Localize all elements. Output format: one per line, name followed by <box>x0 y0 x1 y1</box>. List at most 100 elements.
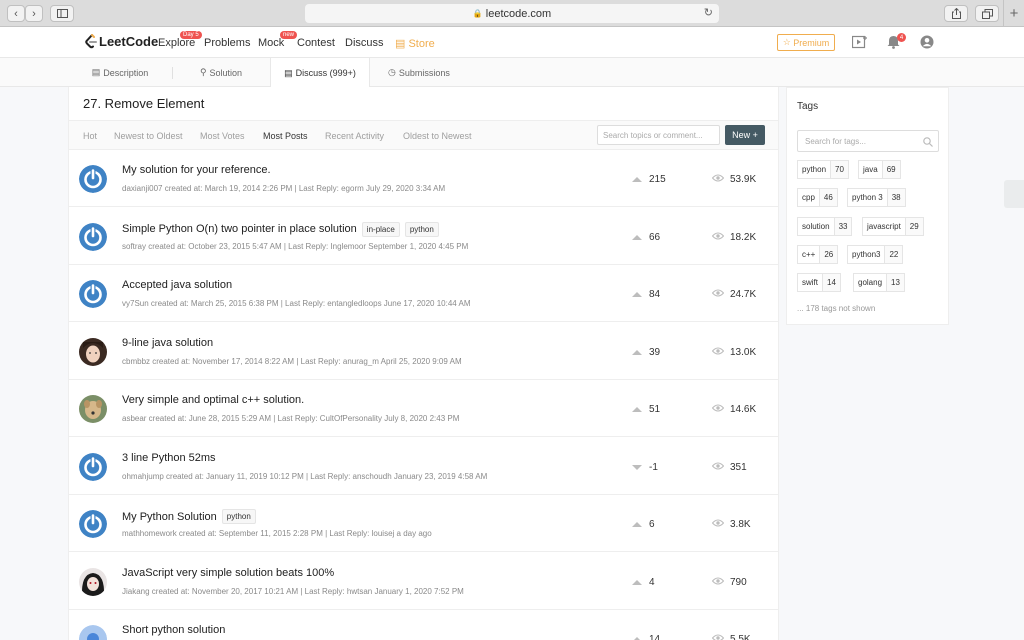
notification-count: 4 <box>897 33 906 42</box>
table-row[interactable]: Very simple and optimal c++ solution. as… <box>69 380 778 437</box>
tabs-icon <box>981 8 993 19</box>
nav-explore[interactable]: Day 5 Explore <box>158 31 202 49</box>
nav-store[interactable]: ▤ Store <box>395 37 435 50</box>
post-title[interactable]: Very simple and optimal c++ solution. <box>122 394 304 406</box>
address-bar[interactable]: 🔒 leetcode.com ↻ <box>305 4 719 23</box>
views-value: 5.5K <box>730 634 751 640</box>
playground-button[interactable] <box>851 35 868 52</box>
tag-chip[interactable]: swift 14 <box>797 273 841 292</box>
vote-count: 4 <box>632 577 655 588</box>
tag-chip[interactable]: java 69 <box>858 160 901 179</box>
tag-name: python <box>802 165 827 174</box>
post-title-text: My Python Solution <box>122 510 217 523</box>
post-tag[interactable]: python <box>221 509 256 524</box>
nav-discuss[interactable]: Discuss <box>345 37 384 49</box>
table-row[interactable]: Simple Python O(n) two pointer in place … <box>69 208 778 265</box>
tag-chip[interactable]: python3 22 <box>847 245 904 264</box>
views-value: 3.8K <box>730 519 751 530</box>
tab-description[interactable]: ▤ Description <box>68 58 172 87</box>
table-row[interactable]: Short python solution 14 5.5K <box>69 610 778 640</box>
tag-chip[interactable]: solution 33 <box>797 217 853 236</box>
tag-chip[interactable]: golang 13 <box>853 273 905 292</box>
table-row[interactable]: My Python Solution python mathhomework cr… <box>69 495 778 552</box>
tags-not-shown[interactable]: ... 178 tags not shown <box>797 304 875 313</box>
table-row[interactable]: 9-line java solution cbmbbz created at: … <box>69 323 778 380</box>
views-value: 13.0K <box>730 346 757 358</box>
post-tag[interactable]: in-place <box>361 221 400 237</box>
tag-chip[interactable]: cpp 46 <box>797 188 838 207</box>
tag-chip[interactable]: python 3 38 <box>847 188 906 207</box>
tag-chip[interactable]: c++ 26 <box>797 245 839 264</box>
view-count: 53.9K <box>711 174 757 185</box>
avatar[interactable] <box>79 280 107 308</box>
post-tag[interactable]: python <box>404 221 439 237</box>
premium-label: Premium <box>793 37 830 48</box>
new-tab-button[interactable]: + <box>1003 0 1024 27</box>
table-row[interactable]: JavaScript very simple solution beats 10… <box>69 553 778 610</box>
feedback-side-tab[interactable] <box>1004 180 1024 208</box>
vote-count: 14 <box>632 634 660 640</box>
arrow-up-icon[interactable] <box>632 522 642 527</box>
sort-newest[interactable]: Newest to Oldest <box>114 131 183 141</box>
sort-oldest[interactable]: Oldest to Newest <box>403 131 472 141</box>
post-title[interactable]: Short python solution <box>122 624 225 636</box>
post-title[interactable]: Simple Python O(n) two pointer in place … <box>122 221 439 237</box>
table-row[interactable]: Accepted java solution vy7Sun created at… <box>69 265 778 322</box>
sort-recent-activity[interactable]: Recent Activity <box>325 131 384 141</box>
avatar[interactable] <box>79 165 107 193</box>
eye-icon <box>711 346 725 358</box>
table-row[interactable]: 3 line Python 52ms ohmahjump created at:… <box>69 438 778 495</box>
arrow-up-icon[interactable] <box>632 579 642 585</box>
eye-icon <box>711 174 725 185</box>
nav-problems[interactable]: Problems <box>204 37 250 49</box>
views-value: 53.9K <box>730 174 757 185</box>
back-button[interactable]: ‹ <box>7 5 25 22</box>
avatar[interactable] <box>79 452 107 481</box>
sidebar-toggle-button[interactable] <box>50 5 74 22</box>
share-button[interactable] <box>944 5 968 22</box>
views-value: 351 <box>730 461 747 473</box>
search-input[interactable] <box>597 125 720 145</box>
tag-count: 26 <box>819 246 838 263</box>
sort-most-posts[interactable]: Most Posts <box>263 131 308 141</box>
vote-count: 6 <box>632 519 655 530</box>
logo[interactable]: LeetCode <box>85 34 158 49</box>
tag-chip[interactable]: javascript 29 <box>862 217 924 236</box>
tab-discuss[interactable]: ▤ Discuss (999+) <box>270 58 370 88</box>
avatar[interactable] <box>79 395 107 423</box>
arrow-up-icon[interactable] <box>632 292 642 297</box>
tab-submissions[interactable]: ◷ Submissions <box>370 58 468 87</box>
nav-mock[interactable]: new Mock <box>258 31 298 49</box>
post-title[interactable]: 3 line Python 52ms <box>122 452 216 464</box>
post-title[interactable]: JavaScript very simple solution beats 10… <box>122 567 334 579</box>
avatar[interactable] <box>79 337 107 366</box>
tag-search-input[interactable] <box>797 130 939 152</box>
reload-icon[interactable]: ↻ <box>704 6 713 19</box>
tag-chip[interactable]: python 70 <box>797 160 849 179</box>
arrow-up-icon[interactable] <box>632 177 642 182</box>
table-row[interactable]: My solution for your reference. daxianji… <box>69 150 778 207</box>
view-count: 3.8K <box>711 519 751 530</box>
new-post-button[interactable]: New + <box>725 125 765 145</box>
post-title[interactable]: My solution for your reference. <box>122 164 271 176</box>
forward-button[interactable]: › <box>25 5 43 22</box>
arrow-up-icon[interactable] <box>632 234 642 240</box>
post-title[interactable]: My Python Solution python <box>122 509 256 524</box>
tabs-overview-button[interactable] <box>975 5 999 22</box>
post-title[interactable]: Accepted java solution <box>122 279 232 291</box>
profile-button[interactable] <box>920 35 934 52</box>
tab-solution[interactable]: ⚲ Solution <box>172 58 270 87</box>
avatar[interactable] <box>79 510 107 538</box>
avatar[interactable] <box>79 625 107 640</box>
arrow-down-icon[interactable] <box>632 464 642 470</box>
sort-hot[interactable]: Hot <box>83 131 97 141</box>
premium-button[interactable]: ☆ Premium <box>777 34 835 51</box>
chevron-left-icon: ‹ <box>14 7 18 20</box>
arrow-up-icon[interactable] <box>632 349 642 355</box>
sort-most-votes[interactable]: Most Votes <box>200 131 245 141</box>
nav-contest[interactable]: Contest <box>297 37 335 49</box>
avatar[interactable] <box>79 222 107 251</box>
avatar[interactable] <box>79 567 107 596</box>
arrow-up-icon[interactable] <box>632 407 642 412</box>
post-title[interactable]: 9-line java solution <box>122 337 213 349</box>
